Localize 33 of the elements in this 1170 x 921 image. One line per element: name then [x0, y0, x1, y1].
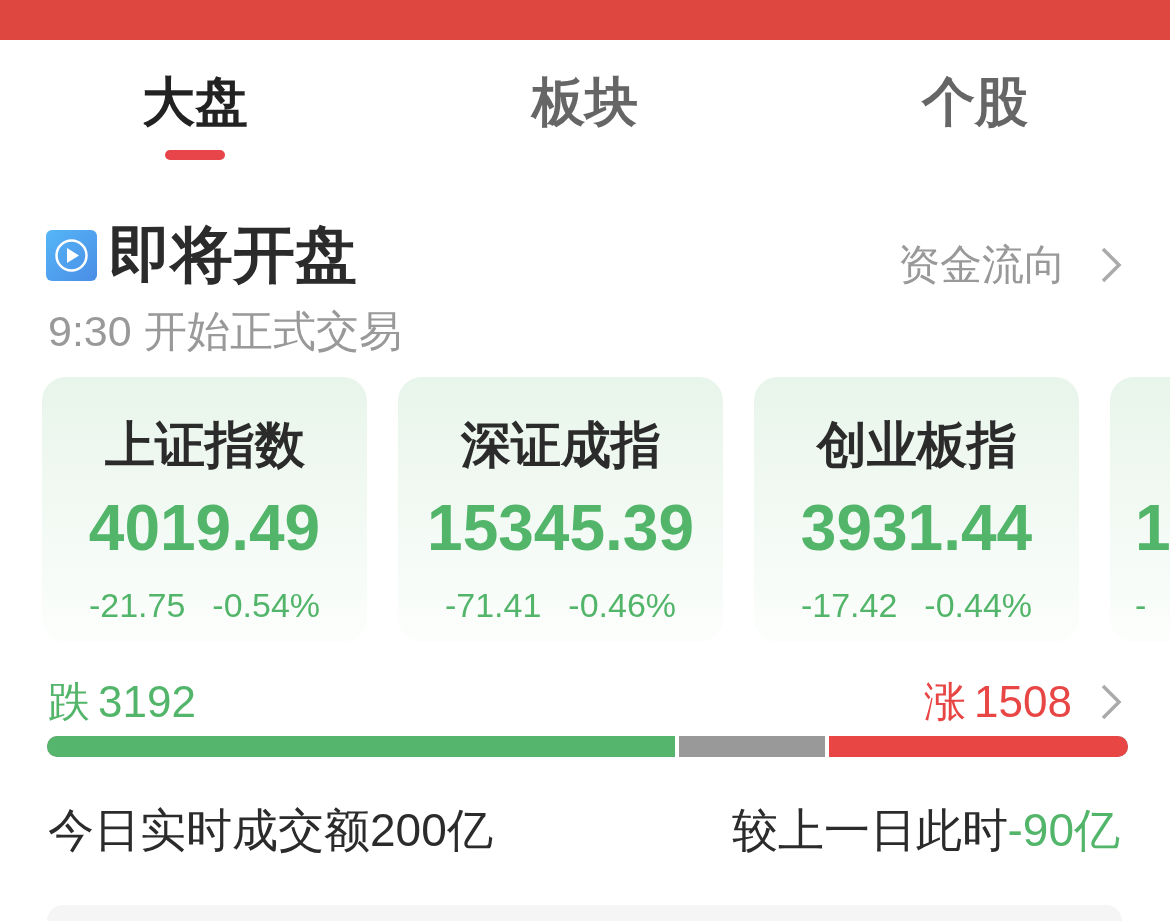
index-change: -71.41: [444, 585, 542, 625]
decline-label: 跌: [48, 680, 90, 724]
index-change-percent: -0.54%: [212, 585, 321, 625]
index-change: -21.75: [88, 585, 186, 625]
decline-count: 3192: [98, 680, 196, 724]
index-change-percent: -0.44%: [924, 585, 1033, 625]
index-name: 深证成指: [460, 417, 661, 473]
index-change: -: [1135, 585, 1147, 625]
index-value: 15345.39: [427, 493, 694, 563]
index-value: 3931.44: [800, 493, 1033, 563]
advance-count: 1508: [974, 680, 1072, 724]
status-subtitle: 9:30 开始正式交易: [47, 306, 402, 356]
chevron-right-icon[interactable]: [1100, 246, 1122, 284]
tab[interactable]: 板块: [516, 40, 654, 160]
index-value: 4019.49: [88, 493, 321, 563]
turnover-change: -90亿: [1007, 806, 1120, 854]
tab[interactable]: 大盘: [126, 40, 264, 160]
index-value: 1: [1135, 493, 1170, 563]
index-card[interactable]: 创业板指 3931.44 -17.42 -0.44%: [754, 377, 1079, 642]
turnover-compare-label: 较上一日此时: [731, 806, 1008, 854]
index-name: 创业板指: [816, 417, 1017, 473]
chevron-right-icon[interactable]: [1100, 683, 1122, 721]
tab[interactable]: 个股: [906, 40, 1044, 160]
turnover-amount: 今日实时成交额200亿: [48, 806, 493, 854]
advance-label: 涨: [924, 680, 967, 724]
tab-underline: [165, 150, 225, 160]
status-title: 即将开盘: [109, 220, 357, 290]
index-card[interactable]: 上证指数 4019.49 -21.75 -0.54%: [42, 377, 367, 642]
play-icon: [46, 229, 97, 281]
index-change-percent: -0.46%: [568, 585, 677, 625]
index-change: -17.42: [800, 585, 898, 625]
index-card[interactable]: 深证成指 15345.39 -71.41 -0.46%: [398, 377, 723, 642]
index-name: 上证指数: [104, 417, 305, 473]
